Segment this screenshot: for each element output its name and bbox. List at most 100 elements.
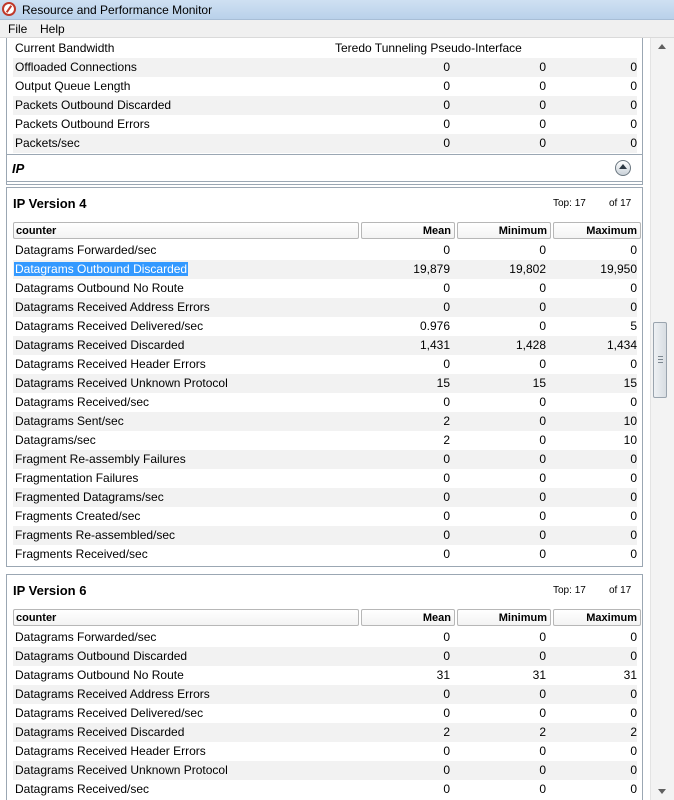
mean-value: 0	[443, 243, 450, 257]
menu-bar: File Help	[0, 20, 674, 38]
mean-value: 0	[443, 395, 450, 409]
mean-value: 15	[436, 376, 450, 390]
table-row[interactable]: Datagrams Received Unknown Protocol 0 0 0	[13, 761, 637, 780]
counter-cell: Datagrams Outbound No Route	[15, 666, 184, 685]
counter-name: Datagrams/sec	[15, 433, 96, 447]
table-row[interactable]: Datagrams Received Delivered/sec 0.976 0 5	[13, 317, 637, 336]
max-value: 0	[630, 649, 637, 663]
ipv4-header-maximum[interactable]: Maximum	[553, 222, 641, 239]
counter-cell: Packets/sec	[15, 134, 80, 153]
ipv4-of-value: 17	[620, 198, 632, 209]
table-row[interactable]: Datagrams Received Address Errors 0 0 0	[13, 298, 637, 317]
table-row[interactable]: Datagrams Received Unknown Protocol 15 15 1…	[13, 374, 637, 393]
ipv6-header-minimum[interactable]: Minimum	[457, 609, 551, 626]
table-row[interactable]: Fragmented Datagrams/sec 0 0 0	[13, 488, 637, 507]
table-row[interactable]: Datagrams Outbound Discarded 19,879 19,802…	[13, 260, 637, 279]
table-row[interactable]: Datagrams Outbound No Route 31 31 31	[13, 666, 637, 685]
table-row[interactable]: Datagrams Received Discarded 2 2 2	[13, 723, 637, 742]
counter-name: Fragments Created/sec	[15, 509, 141, 523]
counter-name: Packets/sec	[15, 136, 80, 150]
ipv6-header-mean[interactable]: Mean	[361, 609, 455, 626]
table-row[interactable]: Output Queue Length 0 0 0	[13, 77, 637, 96]
counter-cell: Datagrams Outbound Discarded	[14, 260, 189, 279]
counter-cell: Output Queue Length	[15, 77, 130, 96]
mean-value: 0	[443, 687, 450, 701]
mean-value: 0	[443, 300, 450, 314]
table-row[interactable]: Datagrams Received Address Errors 0 0 0	[13, 685, 637, 704]
table-row[interactable]: Fragments Created/sec 0 0 0	[13, 507, 637, 526]
table-row[interactable]: Datagrams Received/sec 0 0 0	[13, 780, 637, 799]
table-row[interactable]: Datagrams Outbound Discarded 0 0 0	[13, 647, 637, 666]
table-row[interactable]: Datagrams Forwarded/sec 0 0 0	[13, 628, 637, 647]
table-row[interactable]: Datagrams Received Header Errors 0 0 0	[13, 355, 637, 374]
table-row[interactable]: Packets/sec 0 0 0	[13, 134, 637, 153]
table-row[interactable]: Fragmentation Failures 0 0 0	[13, 469, 637, 488]
app-icon	[2, 2, 16, 16]
counter-cell: Datagrams Received Header Errors	[15, 355, 206, 374]
ipv6-title: IP Version 6	[13, 583, 87, 598]
menu-help[interactable]: Help	[40, 22, 65, 36]
min-value: 0	[539, 509, 546, 523]
scroll-thumb[interactable]	[653, 322, 667, 398]
ipv6-header-counter[interactable]: counter	[13, 609, 359, 626]
mean-value: 0	[443, 630, 450, 644]
window-title: Resource and Performance Monitor	[22, 3, 213, 17]
ipv6-header-maximum[interactable]: Maximum	[553, 609, 641, 626]
table-row[interactable]: Datagrams Received Delivered/sec 0 0 0	[13, 704, 637, 723]
ipv4-header-mean[interactable]: Mean	[361, 222, 455, 239]
scroll-down-icon[interactable]	[658, 789, 666, 794]
max-value: 0	[630, 744, 637, 758]
mean-value: 2	[443, 414, 450, 428]
mean-value: 0	[443, 649, 450, 663]
counter-name: Datagrams Received Header Errors	[15, 744, 206, 758]
counter-name: Datagrams Received Unknown Protocol	[15, 376, 228, 390]
counter-cell: Datagrams Outbound No Route	[15, 279, 184, 298]
mean-value: 0.976	[419, 319, 450, 333]
max-value: 0	[630, 782, 637, 796]
table-row[interactable]: Packets Outbound Discarded 0 0 0	[13, 96, 637, 115]
counter-name: Packets Outbound Discarded	[15, 98, 172, 112]
mean-value: 0	[443, 763, 450, 777]
counter-cell: Datagrams Received/sec	[15, 393, 149, 412]
mean-value: 0	[443, 490, 450, 504]
mean-value: 0	[443, 782, 450, 796]
max-value: 0	[630, 357, 637, 371]
table-row[interactable]: Datagrams Outbound No Route 0 0 0	[13, 279, 637, 298]
counter-name: Datagrams Received Delivered/sec	[15, 319, 204, 333]
table-row[interactable]: Offloaded Connections 0 0 0	[13, 58, 637, 77]
table-row[interactable]: Datagrams/sec 2 0 10	[13, 431, 637, 450]
collapse-up-icon[interactable]	[615, 160, 631, 176]
ipv4-of-label: of 17	[609, 198, 632, 209]
table-row[interactable]: Fragments Received/sec 0 0 0	[13, 545, 637, 564]
counter-name: Fragments Received/sec	[15, 547, 148, 561]
table-row[interactable]: Datagrams Received Discarded 1,431 1,428 1,…	[13, 336, 637, 355]
table-row[interactable]: Packets Outbound Errors 0 0 0	[13, 115, 637, 134]
min-value: 0	[539, 136, 546, 150]
mean-value: 0	[443, 357, 450, 371]
menu-file[interactable]: File	[8, 22, 27, 36]
mean-value: 2	[443, 433, 450, 447]
mean-value: 0	[443, 706, 450, 720]
counter-name: Datagrams Outbound No Route	[15, 281, 184, 295]
mean-value: 31	[436, 668, 450, 682]
table-row[interactable]: Datagrams Sent/sec 2 0 10	[13, 412, 637, 431]
min-value: 0	[539, 706, 546, 720]
ipv4-top-value: 17	[574, 198, 586, 209]
counter-cell: Packets Outbound Errors	[15, 115, 150, 134]
table-row[interactable]: Fragment Re-assembly Failures 0 0 0	[13, 450, 637, 469]
scroll-up-icon[interactable]	[658, 44, 666, 49]
table-row[interactable]: Datagrams Forwarded/sec 0 0 0	[13, 241, 637, 260]
ipv4-header-counter[interactable]: counter	[13, 222, 359, 239]
vertical-scrollbar[interactable]	[650, 38, 674, 800]
mean-value: 0	[443, 509, 450, 523]
table-row[interactable]: Fragments Re-assembled/sec 0 0 0	[13, 526, 637, 545]
counter-cell: Datagrams Received Address Errors	[15, 685, 210, 704]
table-row[interactable]: Datagrams Received/sec 0 0 0	[13, 393, 637, 412]
mean-value: 0	[443, 471, 450, 485]
max-value: 10	[623, 433, 637, 447]
counter-name: Fragmented Datagrams/sec	[15, 490, 164, 504]
max-value: 0	[630, 452, 637, 466]
max-value: 15	[623, 376, 637, 390]
table-row[interactable]: Datagrams Received Header Errors 0 0 0	[13, 742, 637, 761]
ipv4-header-minimum[interactable]: Minimum	[457, 222, 551, 239]
